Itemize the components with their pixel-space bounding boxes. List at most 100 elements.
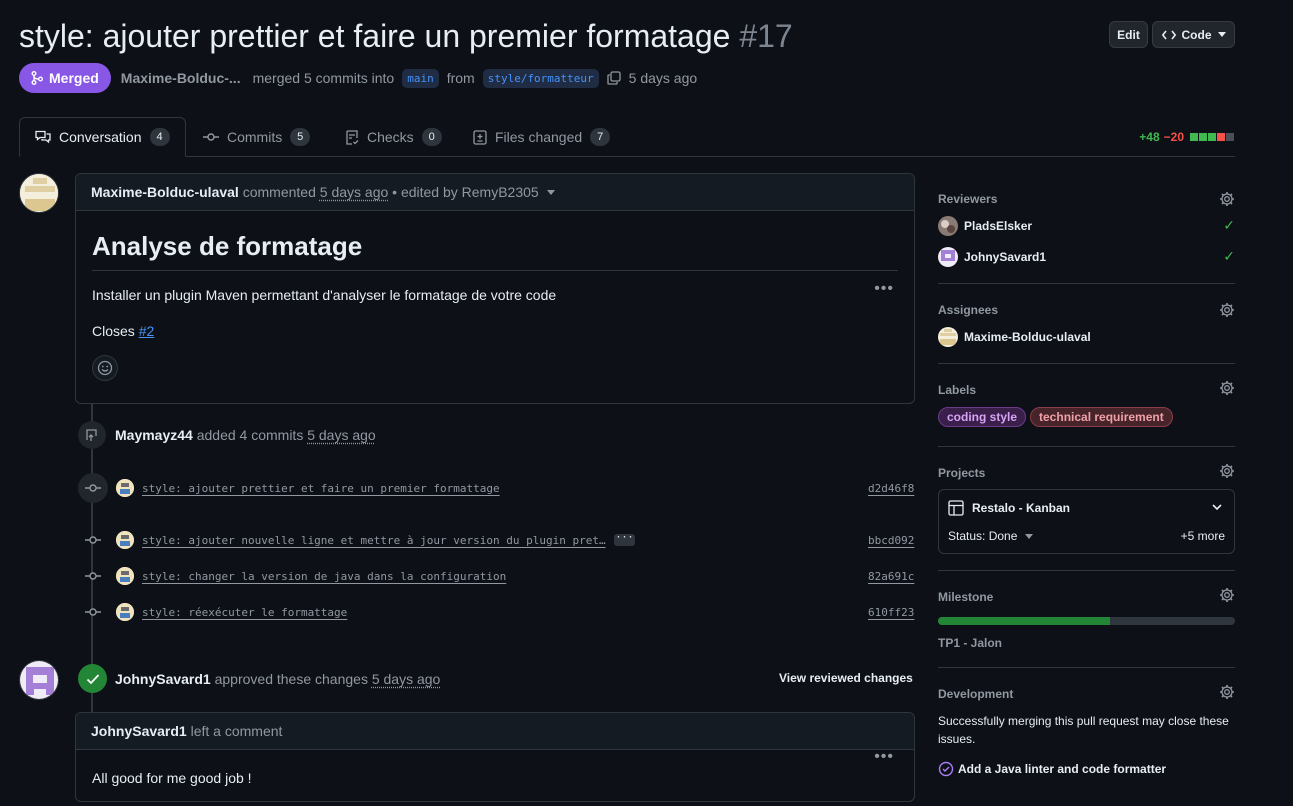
caret-down-icon[interactable]	[546, 189, 555, 195]
project-status-dropdown[interactable]: Status: Done	[948, 529, 1034, 543]
reviewer-item[interactable]: PladsElsker	[938, 216, 1032, 236]
code-button[interactable]: Code	[1152, 21, 1235, 48]
gear-icon[interactable]	[1219, 380, 1235, 396]
tab-counter: 7	[590, 128, 611, 146]
reviewer-item[interactable]: JohnySavard1	[938, 247, 1046, 267]
linked-issue[interactable]: Add a Java linter and code formatter	[938, 761, 1166, 777]
project-name: Restalo - Kanban	[972, 501, 1071, 515]
check-icon: ✓	[1223, 217, 1235, 233]
caret-down-icon	[1025, 533, 1034, 539]
tab-checks[interactable]: Checks 0	[345, 117, 442, 157]
view-reviewed-changes-button[interactable]: View reviewed changes	[779, 671, 913, 685]
commit-icon	[85, 536, 101, 544]
project-status: Status: Done	[948, 529, 1018, 543]
labels-title: Labels	[938, 383, 977, 397]
comment-action: commented	[242, 184, 316, 200]
avatar[interactable]	[19, 173, 59, 213]
tab-counter: 5	[290, 128, 311, 146]
kebab-menu-icon[interactable]: •••	[874, 280, 894, 298]
approval-actor[interactable]: JohnySavard1	[115, 671, 211, 687]
commit-message[interactable]: style: réexécuter le formattage	[142, 606, 347, 619]
file-diff-icon	[473, 129, 487, 145]
milestone-title: Milestone	[938, 590, 994, 604]
identicon-icon	[116, 567, 134, 585]
assignee-name: Maxime-Bolduc-ulaval	[964, 330, 1091, 344]
commit-sha[interactable]: 82a691c	[868, 570, 914, 583]
sidebar-divider	[938, 283, 1235, 284]
identicon-icon	[938, 247, 958, 267]
gear-icon[interactable]	[1219, 684, 1235, 700]
tab-commits[interactable]: Commits 5	[203, 117, 311, 157]
pr-time: 5 days ago	[628, 70, 698, 86]
gear-icon[interactable]	[1219, 191, 1235, 207]
edit-button-label: Edit	[1117, 27, 1140, 42]
commit-message[interactable]: style: ajouter nouvelle ligne et mettre …	[142, 534, 606, 547]
event-time[interactable]: 5 days ago	[307, 427, 376, 443]
expand-commit-button[interactable]: ···	[614, 533, 635, 546]
milestone-name[interactable]: TP1 - Jalon	[938, 636, 1002, 650]
approval-time[interactable]: 5 days ago	[372, 671, 441, 687]
more-projects-link[interactable]: +5 more	[1181, 529, 1225, 543]
closes-line: Closes #2	[92, 323, 898, 339]
base-branch[interactable]: main	[402, 68, 439, 88]
identicon-icon	[116, 603, 134, 621]
review-comment-header: JohnySavard1 left a comment •••	[76, 713, 914, 765]
project-link[interactable]: Restalo - Kanban	[948, 500, 1070, 516]
page-title: style: ajouter prettier et faire un prem…	[19, 18, 793, 55]
linked-issue-title: Add a Java linter and code formatter	[958, 762, 1167, 776]
chevron-down-icon[interactable]	[1212, 504, 1222, 511]
approved-check-icon	[78, 664, 107, 693]
sidebar-divider	[938, 570, 1235, 571]
tab-conversation[interactable]: Conversation 4	[19, 117, 186, 157]
reviewers-title: Reviewers	[938, 192, 998, 206]
edit-button[interactable]: Edit	[1109, 21, 1148, 48]
assignee-item[interactable]: Maxime-Bolduc-ulaval	[938, 327, 1091, 347]
add-reaction-button[interactable]	[92, 355, 118, 381]
tab-label: Files changed	[495, 129, 583, 145]
event-actor[interactable]: Maymayz44	[115, 427, 193, 443]
pr-tabs: Conversation 4 Commits 5 Checks 0 Files …	[19, 117, 1235, 157]
commit-message[interactable]: style: changer la version de java dans l…	[142, 570, 506, 583]
closes-issue-link[interactable]: #2	[139, 323, 155, 339]
merged-label: Merged	[49, 70, 99, 86]
pr-title: style: ajouter prettier et faire un prem…	[19, 18, 731, 54]
comment-author[interactable]: Maxime-Bolduc-ulaval	[91, 184, 239, 200]
edited-by[interactable]: • edited by RemyB2305	[392, 184, 539, 200]
avatar[interactable]	[116, 603, 134, 621]
commit-icon	[85, 608, 101, 616]
smiley-icon	[97, 360, 113, 376]
sidebar-divider	[938, 667, 1235, 668]
comment-body: Installer un plugin Maven permettant d'a…	[92, 287, 557, 303]
pr-meta: Merged Maxime-Bolduc-... merged 5 commit…	[19, 63, 697, 93]
gear-icon[interactable]	[1219, 587, 1235, 603]
reviewer-name: PladsElsker	[964, 219, 1033, 233]
merge-icon	[31, 71, 43, 85]
code-icon	[1161, 30, 1176, 39]
kebab-menu-icon[interactable]: •••	[874, 748, 894, 766]
tab-files-changed[interactable]: Files changed 7	[473, 117, 611, 157]
copy-icon[interactable]	[607, 71, 621, 85]
author-link[interactable]: Maxime-Bolduc-...	[121, 70, 241, 86]
commit-sha[interactable]: d2d46f8	[868, 482, 914, 495]
gear-icon[interactable]	[1219, 302, 1235, 318]
additions-count: +48	[1139, 130, 1160, 144]
head-branch[interactable]: style/formatteur	[482, 68, 599, 88]
gear-icon[interactable]	[1219, 463, 1235, 479]
label-technical-requirement[interactable]: technical requirement	[1030, 407, 1173, 427]
projects-title: Projects	[938, 466, 986, 480]
event-action: added 4 commits	[196, 427, 304, 443]
comment-box: Maxime-Bolduc-ulaval commented 5 days ag…	[75, 173, 915, 404]
commit-sha[interactable]: bbcd092	[868, 534, 914, 547]
assignees-title: Assignees	[938, 303, 999, 317]
project-card: Restalo - Kanban Status: Done +5 more	[938, 489, 1235, 554]
avatar[interactable]	[19, 660, 59, 700]
identicon-icon	[116, 531, 134, 549]
avatar[interactable]	[116, 567, 134, 585]
comment-time[interactable]: 5 days ago	[320, 184, 389, 200]
commit-sha[interactable]: 610ff23	[868, 606, 914, 619]
review-author[interactable]: JohnySavard1	[91, 723, 187, 739]
avatar[interactable]	[116, 479, 134, 497]
commit-message[interactable]: style: ajouter prettier et faire un prem…	[142, 482, 500, 495]
label-coding-style[interactable]: coding style	[938, 407, 1027, 427]
avatar[interactable]	[116, 531, 134, 549]
